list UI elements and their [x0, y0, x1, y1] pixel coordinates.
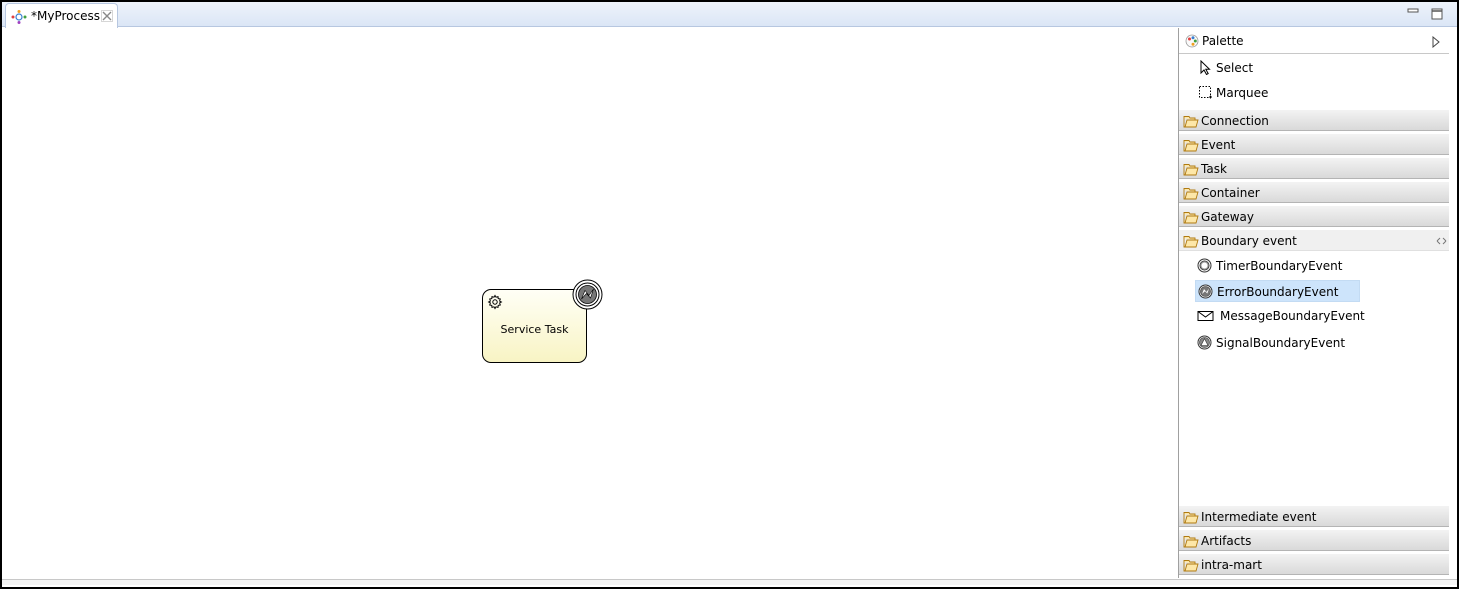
select-tool[interactable]: Select: [1197, 57, 1377, 79]
drawer-gateway[interactable]: Gateway: [1179, 205, 1449, 227]
palette-header[interactable]: Palette: [1179, 28, 1449, 54]
palette-icon: [1185, 34, 1199, 48]
drawer-connection[interactable]: Connection: [1179, 109, 1449, 131]
entry-label: TimerBoundaryEvent: [1216, 259, 1343, 273]
signal-boundary-event-entry[interactable]: SignalBoundaryEvent: [1195, 332, 1375, 354]
drawer-event[interactable]: Event: [1179, 133, 1449, 155]
drawer-label: intra-mart: [1201, 558, 1262, 572]
editor-tab-bar: *MyProcess: [2, 2, 1457, 28]
entry-label: ErrorBoundaryEvent: [1217, 285, 1339, 299]
tool-label: Marquee: [1216, 86, 1269, 100]
palette-title: Palette: [1202, 34, 1244, 48]
diagram-canvas[interactable]: Service Task: [2, 28, 1177, 578]
folder-icon: [1183, 536, 1199, 548]
entry-label: MessageBoundaryEvent: [1220, 309, 1365, 323]
maximize-icon[interactable]: [1431, 8, 1443, 20]
drawer-label: Event: [1201, 138, 1236, 152]
drawer-intermediate-event[interactable]: Intermediate event: [1179, 505, 1449, 527]
drawer-label: Container: [1201, 186, 1260, 200]
folder-icon: [1183, 140, 1199, 152]
drawer-container[interactable]: Container: [1179, 181, 1449, 203]
drawer-label: Intermediate event: [1201, 510, 1317, 524]
timer-boundary-event-entry[interactable]: TimerBoundaryEvent: [1195, 255, 1375, 277]
pin-icon[interactable]: [1436, 237, 1447, 245]
drawer-label: Connection: [1201, 114, 1269, 128]
marquee-icon: [1199, 86, 1212, 99]
drawer-label: Artifacts: [1201, 534, 1252, 548]
drawer-label: Task: [1201, 162, 1227, 176]
folder-icon: [1183, 212, 1199, 224]
arrow-pointer-icon: [1200, 60, 1211, 75]
drawer-intra-mart[interactable]: intra-mart: [1179, 553, 1449, 575]
entry-label: SignalBoundaryEvent: [1216, 336, 1346, 350]
folder-icon: [1183, 560, 1199, 572]
close-icon[interactable]: [101, 10, 113, 22]
folder-open-icon: [1183, 236, 1199, 248]
folder-icon: [1183, 512, 1199, 524]
tab-title: *MyProcess: [31, 9, 100, 23]
drawer-artifacts[interactable]: Artifacts: [1179, 529, 1449, 551]
horizontal-scrollbar[interactable]: [2, 579, 1457, 585]
tool-label: Select: [1216, 61, 1254, 75]
folder-icon: [1183, 188, 1199, 200]
drawer-boundary-event[interactable]: Boundary event: [1179, 229, 1449, 251]
folder-icon: [1183, 116, 1199, 128]
task-label: Service Task: [500, 323, 569, 336]
minimize-icon[interactable]: [1407, 6, 1419, 16]
tab-myprocess[interactable]: *MyProcess: [5, 3, 118, 28]
collapse-arrow-icon[interactable]: [1431, 36, 1441, 48]
envelope-icon: [1197, 311, 1214, 321]
drawer-label: Gateway: [1201, 210, 1255, 224]
folder-icon: [1183, 164, 1199, 176]
timer-event-icon: [1197, 258, 1212, 273]
error-boundary-event-icon[interactable]: [572, 279, 603, 310]
error-boundary-event-entry[interactable]: ErrorBoundaryEvent: [1195, 280, 1360, 302]
signal-event-icon: [1197, 335, 1212, 350]
message-boundary-event-entry[interactable]: MessageBoundaryEvent: [1195, 305, 1385, 327]
process-icon: [11, 10, 27, 24]
marquee-tool[interactable]: Marquee: [1197, 82, 1377, 104]
drawer-task[interactable]: Task: [1179, 157, 1449, 179]
gear-icon: [487, 294, 503, 310]
drawer-label: Boundary event: [1201, 234, 1297, 248]
palette-panel: Palette Select Marquee Connection Event …: [1178, 28, 1457, 578]
error-event-icon: [1198, 284, 1213, 299]
